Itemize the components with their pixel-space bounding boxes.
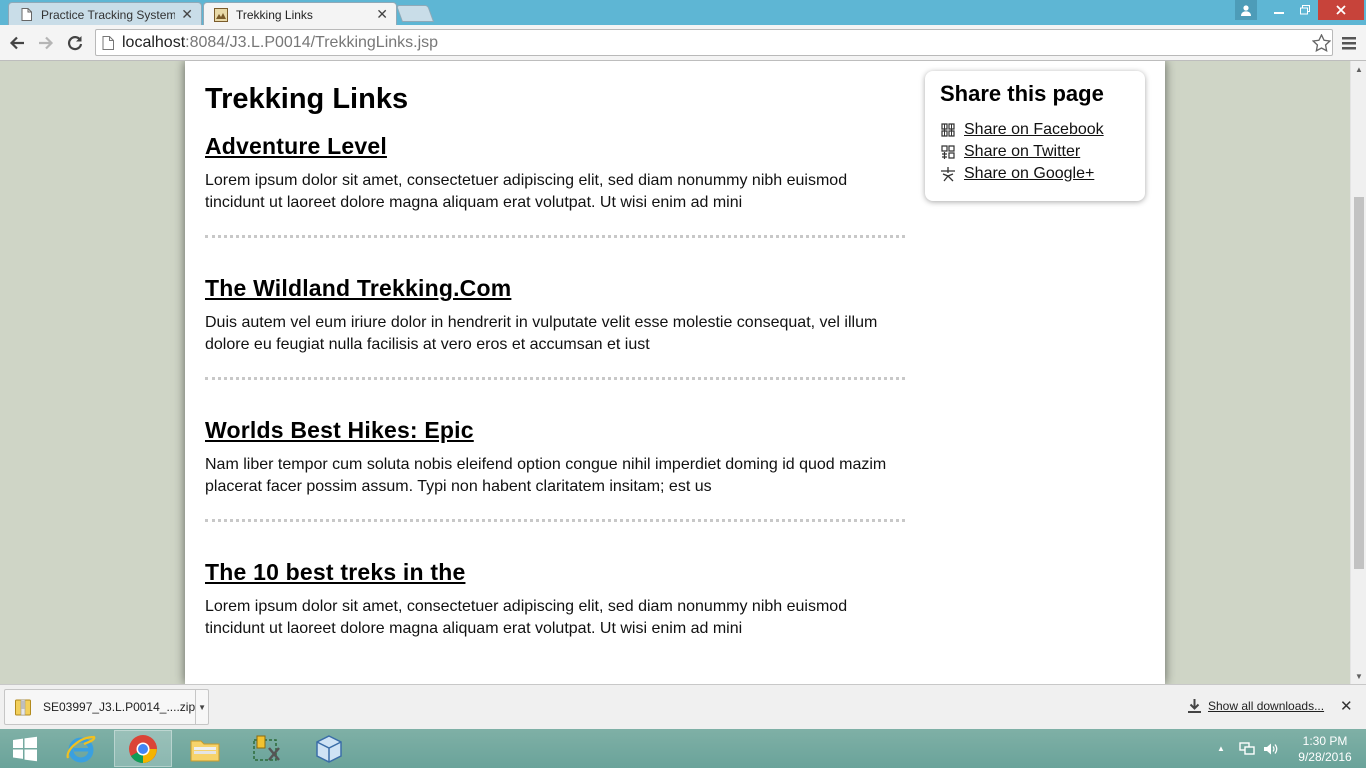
divider	[205, 519, 905, 522]
article-link[interactable]: Worlds Best Hikes: Epic	[205, 417, 905, 444]
share-item-google-plus: Share on Google+	[940, 163, 1145, 185]
download-shelf: SE03997_J3.L.P0014_....zip ▼ Show all do…	[0, 684, 1366, 729]
article: Adventure Level Lorem ipsum dolor sit am…	[205, 133, 905, 214]
share-item-twitter: Share on Twitter	[940, 141, 1145, 163]
close-icon[interactable]: ✕	[376, 6, 388, 23]
download-item[interactable]: SE03997_J3.L.P0014_....zip ▼	[4, 689, 209, 725]
page-title: Trekking Links	[205, 83, 409, 115]
reload-button[interactable]	[64, 32, 86, 54]
favicon-icon	[214, 7, 228, 22]
clock-date: 9/28/2016	[1298, 750, 1352, 764]
browser-titlebar: Practice Tracking System ✕ Trekking Link…	[0, 0, 1366, 26]
article: The 10 best treks in the Lorem ipsum dol…	[205, 559, 905, 640]
bookmark-star-icon[interactable]	[1310, 32, 1332, 54]
divider	[205, 377, 905, 380]
show-all-downloads-link[interactable]: Show all downloads...	[1188, 699, 1324, 713]
browser-toolbar: localhost:8084/J3.L.P0014/TrekkingLinks.…	[0, 25, 1366, 61]
forward-button[interactable]	[35, 32, 57, 54]
internet-explorer-icon[interactable]	[52, 730, 110, 767]
user-profile-icon[interactable]	[1235, 0, 1257, 20]
zip-file-icon	[15, 698, 31, 716]
close-window-button[interactable]	[1318, 0, 1364, 20]
close-icon[interactable]: ✕	[181, 6, 193, 23]
system-tray: ▲	[1217, 729, 1279, 768]
share-google-plus-link[interactable]: Share on Google+	[964, 165, 1094, 183]
scroll-down-arrow-icon[interactable]: ▼	[1351, 668, 1366, 684]
taskbar-clock[interactable]: 1:30 PM 9/28/2016	[1290, 733, 1360, 765]
show-all-label: Show all downloads...	[1208, 699, 1325, 713]
url-host: localhost	[122, 33, 186, 51]
address-bar[interactable]: localhost:8084/J3.L.P0014/TrekkingLinks.…	[95, 29, 1333, 56]
chevron-down-icon[interactable]: ▼	[195, 690, 208, 724]
tool-app-icon[interactable]	[238, 730, 296, 767]
close-icon[interactable]: ✕	[1340, 697, 1353, 715]
article-body: Lorem ipsum dolor sit amet, consectetuer…	[205, 172, 848, 211]
article-body: Lorem ipsum dolor sit amet, consectetuer…	[205, 598, 848, 637]
windows-logo-icon	[13, 736, 37, 761]
share-item-facebook: Share on Facebook	[940, 119, 1145, 141]
scroll-up-arrow-icon[interactable]: ▲	[1351, 61, 1366, 77]
page-viewport: Trekking Links Adventure Level Lorem ips…	[0, 61, 1350, 684]
scrollbar-thumb[interactable]	[1354, 197, 1364, 569]
network-icon[interactable]	[1239, 741, 1255, 756]
restore-button[interactable]	[1292, 0, 1317, 20]
twitter-icon	[940, 144, 956, 160]
article-link[interactable]: The 10 best treks in the	[205, 559, 905, 586]
article-body: Nam liber tempor cum soluta nobis eleife…	[205, 456, 887, 495]
page-container: Trekking Links Adventure Level Lorem ips…	[185, 61, 1165, 684]
tab-title: Practice Tracking System	[41, 7, 176, 22]
share-panel: Share this page Share on Facebook Share …	[925, 71, 1145, 201]
url-path: :8084/J3.L.P0014/TrekkingLinks.jsp	[185, 33, 439, 51]
google-plus-icon	[940, 166, 956, 182]
share-title: Share this page	[940, 81, 1104, 106]
menu-icon[interactable]	[1338, 32, 1360, 54]
page-icon	[102, 35, 114, 50]
article: The Wildland Trekking.Com Duis autem vel…	[205, 275, 905, 356]
download-icon	[1188, 699, 1201, 713]
start-button[interactable]	[0, 730, 50, 767]
share-facebook-link[interactable]: Share on Facebook	[964, 121, 1104, 139]
tab-practice-tracking-system[interactable]: Practice Tracking System ✕	[8, 2, 202, 26]
vertical-scrollbar[interactable]: ▲ ▼	[1350, 61, 1366, 684]
article-link[interactable]: Adventure Level	[205, 133, 905, 160]
article-body: Duis autem vel eum iriure dolor in hendr…	[205, 314, 878, 353]
article-link[interactable]: The Wildland Trekking.Com	[205, 275, 905, 302]
page-icon	[19, 8, 33, 22]
volume-icon[interactable]	[1263, 742, 1279, 756]
facebook-icon	[940, 122, 956, 138]
tab-trekking-links[interactable]: Trekking Links ✕	[203, 2, 397, 26]
divider	[205, 235, 905, 238]
download-file-name: SE03997_J3.L.P0014_....zip	[43, 700, 196, 714]
share-twitter-link[interactable]: Share on Twitter	[964, 143, 1080, 161]
clock-time: 1:30 PM	[1302, 734, 1348, 748]
article: Worlds Best Hikes: Epic Nam liber tempor…	[205, 417, 905, 498]
file-explorer-icon[interactable]	[176, 730, 234, 767]
show-hidden-icons-icon[interactable]: ▲	[1217, 744, 1225, 753]
windows-taskbar: ▲ 1:30 PM 9/28/2016	[0, 729, 1366, 768]
new-tab-button[interactable]	[395, 5, 435, 22]
tab-title: Trekking Links	[236, 7, 313, 22]
back-button[interactable]	[6, 32, 28, 54]
share-list: Share on Facebook Share on Twitter Share…	[940, 119, 1145, 185]
virtualbox-icon[interactable]	[300, 730, 358, 767]
chrome-icon[interactable]	[114, 730, 172, 767]
minimize-button[interactable]	[1265, 0, 1292, 20]
